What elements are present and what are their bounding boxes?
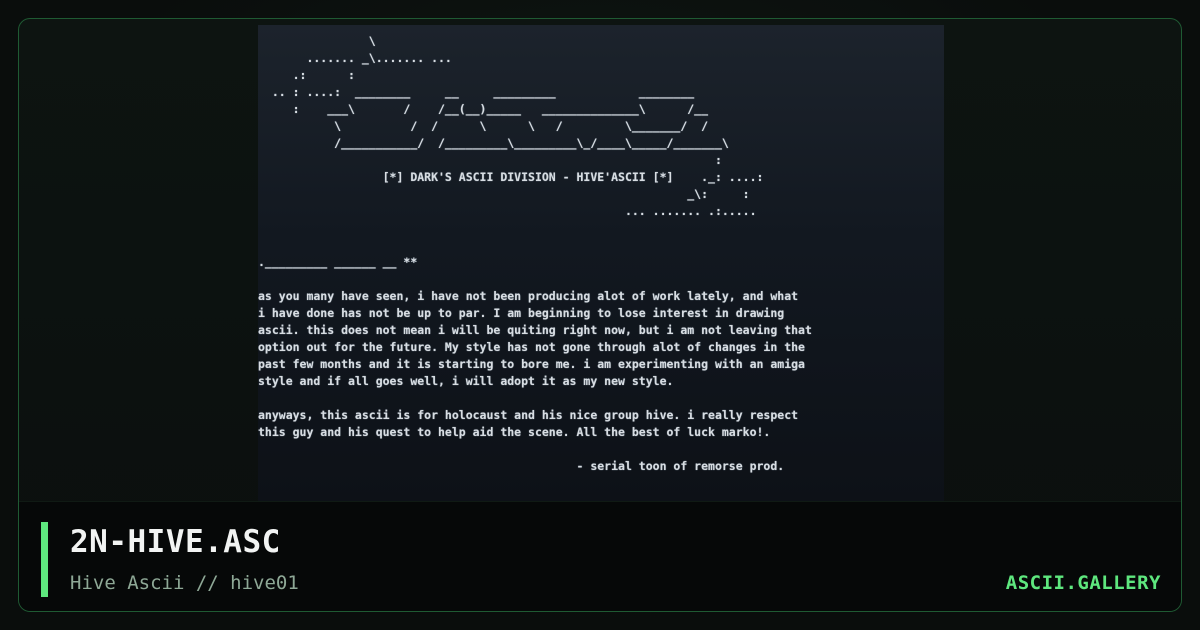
ascii-line: - serial toon of remorse prod.	[258, 459, 785, 473]
ascii-line	[258, 390, 812, 407]
preview-card: \ ....... _\....... ... .: : .. : ....: …	[18, 18, 1182, 612]
ascii-line: /___________/ /_________\_________\_/___…	[258, 136, 729, 150]
ascii-line: \ / / \ \ / \_______/ /	[258, 119, 709, 133]
ascii-line: _\: :	[258, 187, 750, 201]
site-brand[interactable]: ASCII.GALLERY	[1006, 572, 1161, 594]
ascii-line	[258, 441, 812, 458]
accent-bar	[41, 522, 48, 597]
ascii-line: [*] DARK'S ASCII DIVISION - HIVE'ASCII […	[258, 170, 764, 184]
ascii-line: ._________ ______ __ **	[258, 255, 418, 269]
ascii-line: :	[258, 153, 722, 167]
ascii-line: : ___\ / /__(__)_____ ______________\ /_…	[258, 102, 709, 116]
file-subtitle: Hive Ascii // hive01	[70, 572, 299, 594]
page: \ ....... _\....... ... .: : .. : ....: …	[0, 0, 1200, 630]
ascii-line: ....... _\....... ...	[258, 51, 452, 65]
ascii-line: \	[258, 34, 376, 48]
ascii-line: past few months and it is starting to bo…	[258, 357, 805, 371]
ascii-line: option out for the future. My style has …	[258, 340, 805, 354]
ascii-line	[258, 220, 812, 237]
ascii-line: .. : ....: ________ __ _________ _______…	[258, 85, 695, 99]
ascii-line	[258, 237, 812, 254]
card-footer: 2N-HIVE.ASC Hive Ascii // hive01 ASCII.G…	[19, 501, 1181, 611]
ascii-line: this guy and his quest to help aid the s…	[258, 425, 771, 439]
ascii-line: style and if all goes well, i will adopt…	[258, 374, 674, 388]
ascii-line: i have done has not be up to par. I am b…	[258, 306, 785, 320]
ascii-line: ascii. this does not mean i will be quit…	[258, 323, 812, 337]
ascii-line: ... ....... .:.....	[258, 204, 757, 218]
file-title: 2N-HIVE.ASC	[70, 524, 281, 560]
ascii-line: anyways, this ascii is for holocaust and…	[258, 408, 799, 422]
ascii-line: as you many have seen, i have not been p…	[258, 289, 799, 303]
ascii-line	[258, 271, 812, 288]
ascii-line: .: :	[258, 68, 355, 82]
ascii-artwork-text: \ ....... _\....... ... .: : .. : ....: …	[258, 33, 812, 475]
ascii-artwork: \ ....... _\....... ... .: : .. : ....: …	[258, 25, 944, 501]
